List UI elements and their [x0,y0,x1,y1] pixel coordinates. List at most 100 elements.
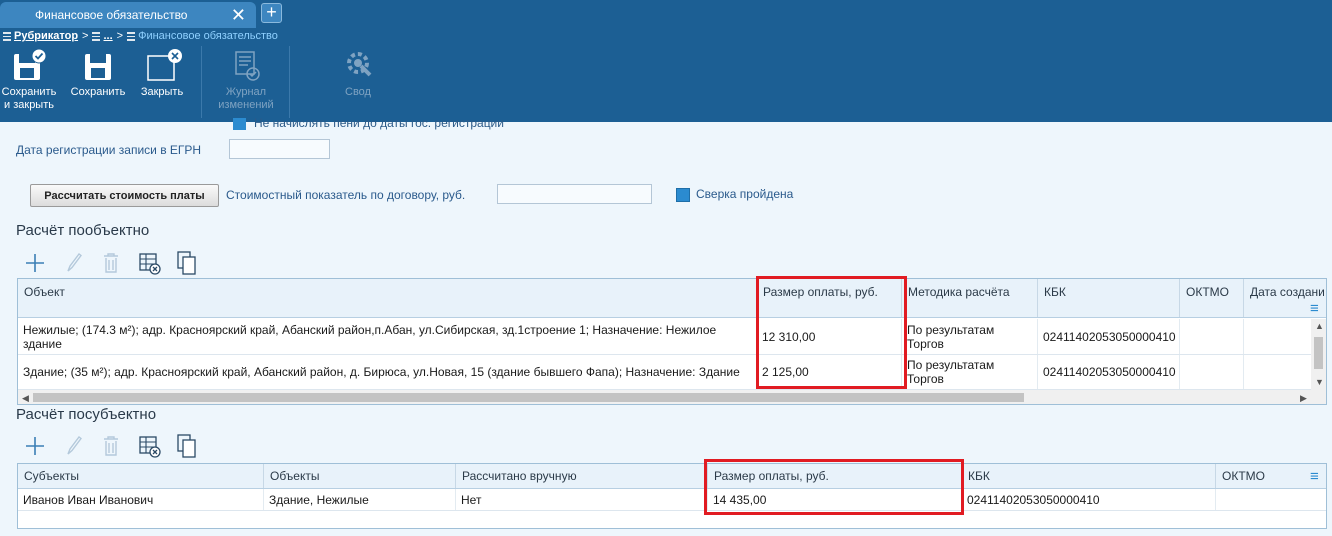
column-menu-icon[interactable]: ≡ [1310,301,1319,316]
toolbar-divider [289,46,290,118]
egrn-date-label: Дата регистрации записи в ЕГРН [16,143,202,157]
contract-value-label: Стоимостный показатель по договору, руб. [226,188,466,202]
column-header-objects[interactable]: Объекты [264,464,456,488]
cell-kbk: 02411402053050000410 [962,489,1216,510]
cell-object: Здание; (35 м²); адр. Красноярский край,… [18,355,757,389]
change-log-label-2: изменений [218,99,274,111]
checkbox[interactable] [676,187,690,202]
clear-table-icon[interactable] [136,250,174,276]
contract-value-field[interactable] [497,184,652,204]
column-header-oktmo[interactable]: ОКТМО [1180,279,1244,317]
cell-object: Нежилые; (174.3 м²); адр. Красноярский к… [18,319,757,354]
grid-header: Объект Размер оплаты, руб. Методика расч… [18,279,1326,318]
close-window-icon [147,49,182,81]
per-subject-toolbar [22,433,212,459]
checkbox[interactable] [233,117,246,130]
calculate-cost-button[interactable]: Рассчитать стоимость платы [30,184,219,207]
breadcrumb-separator: > [82,30,89,42]
scroll-down-icon[interactable]: ▼ [1315,377,1324,387]
delete-icon[interactable] [98,433,136,459]
tab-bar: Финансовое обязательство ✕ + [0,0,1332,28]
summary-label: Свод [345,86,371,98]
column-header-kbk[interactable]: КБК [962,464,1216,488]
cell-amount: 12 310,00 [757,319,902,354]
per-object-grid: Объект Размер оплаты, руб. Методика расч… [17,278,1327,405]
truncated-checkbox-row[interactable]: Не начислять пени до даты гос. регистрац… [233,116,504,130]
breadcrumb-current: Финансовое обязательство [138,30,278,42]
grid-header: Субъекты Объекты Рассчитано вручную Разм… [18,464,1326,489]
save-icon [85,54,111,80]
save-and-close-button[interactable]: Сохранить и закрыть [0,48,58,112]
copy-icon[interactable] [174,433,212,459]
horizontal-scrollbar[interactable]: ◀ ▶ [18,390,1326,404]
close-icon[interactable]: ✕ [231,2,246,28]
table-row[interactable]: Здание; (35 м²); адр. Красноярский край,… [18,355,1311,390]
cell-method: По результатам Торгов [902,319,1038,354]
clear-table-icon[interactable] [136,433,174,459]
check-passed-label: Сверка пройдена [696,187,794,201]
column-header-subjects[interactable]: Субъекты [18,464,264,488]
cell-created [1244,355,1311,389]
scroll-left-icon[interactable]: ◀ [22,393,29,403]
breadcrumb-root-link[interactable]: Рубрикатор [14,28,78,44]
cell-oktmo [1180,319,1244,354]
per-subject-title: Расчёт посубъектно [16,406,157,423]
column-header-amount[interactable]: Размер оплаты, руб. [708,464,962,488]
truncated-checkbox-label: Не начислять пени до даты гос. регистрац… [254,116,504,130]
cell-amount: 2 125,00 [757,355,902,389]
list-icon [3,31,11,41]
cell-oktmo [1216,489,1326,510]
per-object-title: Расчёт пообъектно [16,222,150,239]
per-subject-grid: Субъекты Объекты Рассчитано вручную Разм… [17,463,1327,529]
cell-objects: Здание, Нежилые [264,489,456,510]
form-content: Не начислять пени до даты гос. регистрац… [0,116,1332,536]
save-button[interactable]: Сохранить [68,48,128,99]
edit-icon[interactable] [60,250,98,276]
per-object-toolbar [22,250,212,276]
add-tab-button[interactable]: + [261,3,282,23]
column-header-object[interactable]: Объект [18,279,757,317]
scroll-up-icon[interactable]: ▲ [1315,321,1324,331]
breadcrumb-separator: > [116,30,124,42]
cell-subject: Иванов Иван Иванович [18,489,264,510]
column-header-kbk[interactable]: КБК [1038,279,1180,317]
toolbar: Сохранить и закрыть Сохранить Закрыть Жу… [0,44,1332,122]
add-icon[interactable] [22,433,60,459]
list-icon [127,31,136,41]
edit-icon[interactable] [60,433,98,459]
cell-kbk: 02411402053050000410 [1038,355,1180,389]
tab-financial-obligation[interactable]: Финансовое обязательство ✕ [0,2,256,28]
tab-label: Финансовое обязательство [35,8,188,22]
journal-icon [235,51,260,81]
close-button[interactable]: Закрыть [136,48,188,99]
cell-amount: 14 435,00 [708,489,962,510]
egrn-date-field[interactable] [229,139,330,159]
cell-manual: Нет [456,489,708,510]
column-header-amount[interactable]: Размер оплаты, руб. [757,279,902,317]
column-menu-icon[interactable]: ≡ [1310,469,1319,484]
column-header-manual[interactable]: Рассчитано вручную [456,464,708,488]
column-header-method[interactable]: Методика расчёта [902,279,1038,317]
scroll-thumb[interactable] [33,393,1024,402]
gear-wrench-icon [347,52,372,77]
toolbar-divider [201,46,202,118]
copy-icon[interactable] [174,250,212,276]
save-label: Сохранить [70,86,126,98]
breadcrumb: Рубрикатор > ... > Финансовое обязательс… [0,28,1332,44]
delete-icon[interactable] [98,250,136,276]
scroll-thumb[interactable] [1314,337,1323,369]
table-row[interactable]: Иванов Иван Иванович Здание, Нежилые Нет… [18,489,1326,511]
summary-button[interactable]: Свод [333,48,383,99]
save-and-close-label-2: и закрыть [4,99,54,111]
save-check-icon [14,48,46,80]
cell-kbk: 02411402053050000410 [1038,319,1180,354]
save-and-close-label-1: Сохранить [1,86,57,98]
close-label: Закрыть [140,86,184,98]
check-passed-checkbox[interactable]: Сверка пройдена [676,187,793,202]
vertical-scrollbar[interactable]: ▲ ▼ [1311,319,1326,390]
scroll-right-icon[interactable]: ▶ [1300,393,1307,403]
breadcrumb-middle-link[interactable]: ... [103,28,112,44]
add-icon[interactable] [22,250,60,276]
change-log-button[interactable]: Журнал изменений [207,48,285,112]
table-row[interactable]: Нежилые; (174.3 м²); адр. Красноярский к… [18,319,1311,355]
